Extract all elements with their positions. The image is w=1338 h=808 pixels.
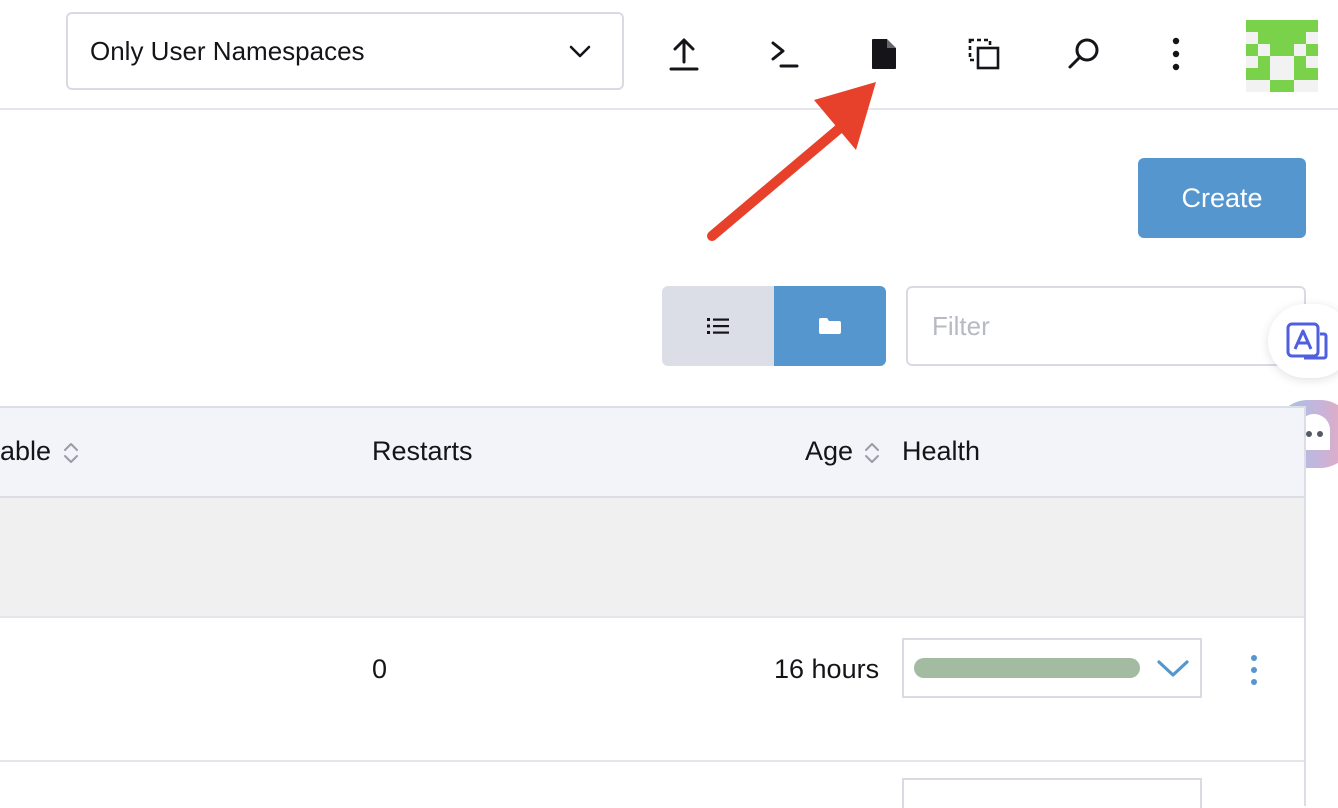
sort-icon[interactable] [863, 440, 881, 466]
copy-kubeconfig-button[interactable] [964, 34, 1004, 74]
column-header-available[interactable]: able [0, 436, 51, 467]
group-by-namespace-button[interactable] [774, 286, 886, 366]
age-value: 16 hours [774, 654, 880, 684]
list-icon [707, 318, 729, 334]
namespace-filter-label: Only User Namespaces [90, 35, 365, 66]
namespace-group-row [0, 498, 1304, 618]
restarts-value: 0 [372, 654, 388, 684]
chevron-down-icon [569, 45, 591, 58]
chevron-down-icon [1157, 660, 1189, 677]
row-actions-button[interactable] [1240, 650, 1268, 690]
terminal-icon [771, 41, 799, 68]
user-avatar[interactable] [1246, 20, 1318, 92]
kubeconfig-file-button[interactable] [864, 34, 904, 74]
column-header-age[interactable]: Age [805, 436, 853, 467]
health-bar [914, 658, 1140, 678]
flat-list-view-button[interactable] [662, 286, 774, 366]
more-actions-button[interactable] [1156, 34, 1196, 74]
filter-input[interactable] [906, 286, 1306, 366]
translate-icon [1286, 322, 1328, 360]
next-row-health-status[interactable] [902, 778, 1202, 808]
search-button[interactable] [1064, 34, 1104, 74]
upload-icon [669, 38, 699, 71]
more-vertical-icon [1172, 37, 1180, 71]
folder-icon [819, 318, 841, 334]
search-icon [1068, 38, 1099, 69]
kubectl-shell-button[interactable] [764, 34, 804, 74]
column-header-health: Health [902, 436, 981, 466]
namespace-filter-select[interactable]: Only User Namespaces [66, 12, 624, 90]
file-icon [872, 39, 896, 69]
sort-icon[interactable] [62, 440, 80, 466]
health-status-toggle[interactable] [902, 638, 1202, 698]
more-vertical-icon [1251, 655, 1257, 685]
copy-icon [968, 38, 1000, 70]
translate-widget-button[interactable] [1268, 304, 1338, 378]
table-header-row [0, 408, 1304, 498]
create-button[interactable]: Create [1138, 158, 1306, 238]
import-yaml-button[interactable] [664, 34, 704, 74]
column-header-restarts[interactable]: Restarts [372, 436, 473, 467]
identicon-image [1246, 20, 1318, 92]
